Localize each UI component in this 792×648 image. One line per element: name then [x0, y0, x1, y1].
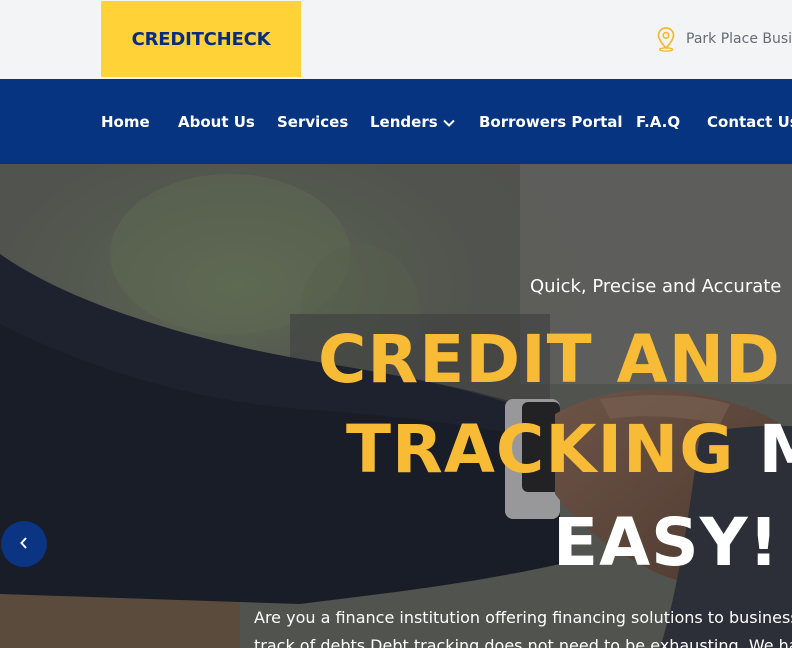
nav-services[interactable]: Services: [277, 79, 348, 164]
hero-description-line1: Are you a finance institution offering f…: [254, 608, 792, 627]
nav-borrowers-portal[interactable]: Borrowers Portal: [479, 79, 623, 164]
address-text: Park Place Business: [686, 31, 792, 47]
nav-contact-us-label: Contact Us: [707, 112, 792, 131]
top-header: CREDITCHECK Park Place Business: [0, 0, 792, 79]
hero-description: Are you a finance institution offering f…: [254, 604, 792, 648]
nav-contact-us[interactable]: Contact Us: [707, 79, 792, 164]
hero-headline-rest: M: [758, 411, 792, 488]
nav-about-us[interactable]: About Us: [178, 79, 255, 164]
nav-faq[interactable]: F.A.Q: [636, 79, 680, 164]
nav-lenders[interactable]: Lenders: [370, 79, 455, 164]
hero-headline-accent: TRACKING: [346, 411, 735, 488]
nav-home-label: Home: [101, 112, 150, 131]
nav-services-label: Services: [277, 112, 349, 131]
hero-headline-line3: EASY!: [553, 504, 780, 581]
hero-headline-line1: CREDIT AND: [318, 321, 781, 398]
main-navigation: Home About Us Services Lenders Borrowers…: [0, 79, 792, 164]
hero-description-line2: track of debts Debt tracking does not ne…: [254, 636, 792, 648]
nav-faq-label: F.A.Q: [636, 112, 681, 131]
hero-slider: Quick, Precise and Accurate CREDIT AND T…: [0, 164, 792, 648]
nav-borrowers-portal-label: Borrowers Portal: [479, 112, 623, 131]
site-logo[interactable]: CREDITCHECK: [101, 1, 301, 77]
map-pin-icon: [655, 26, 677, 52]
slider-prev-button[interactable]: [1, 521, 47, 567]
nav-home[interactable]: Home: [101, 79, 150, 164]
page: CREDITCHECK Park Place Business Home Abo…: [0, 0, 792, 648]
chevron-left-icon: [19, 535, 29, 554]
hero-headline-line2: TRACKING M: [346, 417, 792, 483]
hero-subtitle: Quick, Precise and Accurate: [530, 276, 782, 297]
nav-lenders-label: Lenders: [370, 112, 438, 131]
chevron-down-icon: [442, 113, 455, 131]
logo-text: CREDITCHECK: [131, 28, 271, 50]
header-address: Park Place Business: [655, 26, 792, 52]
nav-about-us-label: About Us: [178, 112, 255, 131]
